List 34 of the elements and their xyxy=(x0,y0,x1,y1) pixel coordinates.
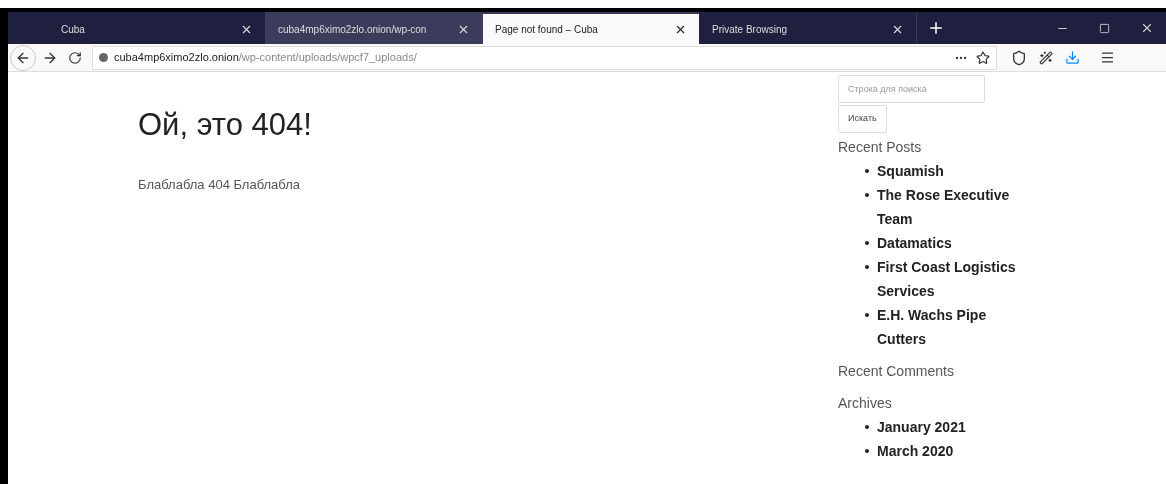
wand-icon[interactable] xyxy=(1039,50,1053,65)
browser-tab[interactable]: cuba4mp6ximo2zlo.onion/wp-con xyxy=(265,12,482,44)
post-link[interactable]: January 2021 xyxy=(877,415,1037,439)
menu-icon[interactable] xyxy=(1100,50,1115,65)
bullet-icon xyxy=(865,313,869,317)
post-link[interactable]: The Rose Executive Team xyxy=(877,183,1037,231)
bullet-icon xyxy=(865,241,869,245)
shield-icon[interactable] xyxy=(1011,49,1027,66)
post-link[interactable]: E.H. Wachs Pipe Cutters xyxy=(877,303,1037,351)
post-link[interactable]: Squamish xyxy=(877,159,1037,183)
section-title: Recent Posts xyxy=(838,138,923,157)
maximize-icon[interactable] xyxy=(1099,22,1110,34)
search-button[interactable]: Искать xyxy=(838,105,887,133)
browser-tab[interactable]: Page not found – Cuba xyxy=(482,12,699,44)
bullet-icon xyxy=(865,425,869,429)
post-link[interactable]: March 2020 xyxy=(877,439,1037,463)
post-link[interactable]: Datamatics xyxy=(877,231,1037,255)
section-title: Recent Comments xyxy=(838,362,955,381)
address-field[interactable]: cuba4mp6ximo2zlo.onion/wp-content/uploads/wpcf7_uploads/ xyxy=(92,45,997,70)
new-tab-icon[interactable] xyxy=(927,19,945,37)
bullet-icon xyxy=(865,193,869,197)
bullet-icon xyxy=(865,265,869,269)
close-window-icon[interactable] xyxy=(1140,21,1154,35)
bullet-icon xyxy=(865,449,869,453)
bullet-icon xyxy=(865,169,869,173)
post-link[interactable]: First Coast Logistics Services xyxy=(877,255,1037,303)
page-text: Блаблабла 404 Блаблабла xyxy=(138,175,302,194)
page-heading: Ой, это 404! xyxy=(138,106,313,144)
download-icon[interactable] xyxy=(1065,50,1080,65)
page-info-icon[interactable] xyxy=(99,53,108,62)
search-field[interactable]: Строка для поиска xyxy=(838,75,985,103)
reload-icon[interactable] xyxy=(68,50,82,65)
bookmark-star-icon[interactable] xyxy=(976,50,990,65)
section-title: Archives xyxy=(838,394,893,413)
